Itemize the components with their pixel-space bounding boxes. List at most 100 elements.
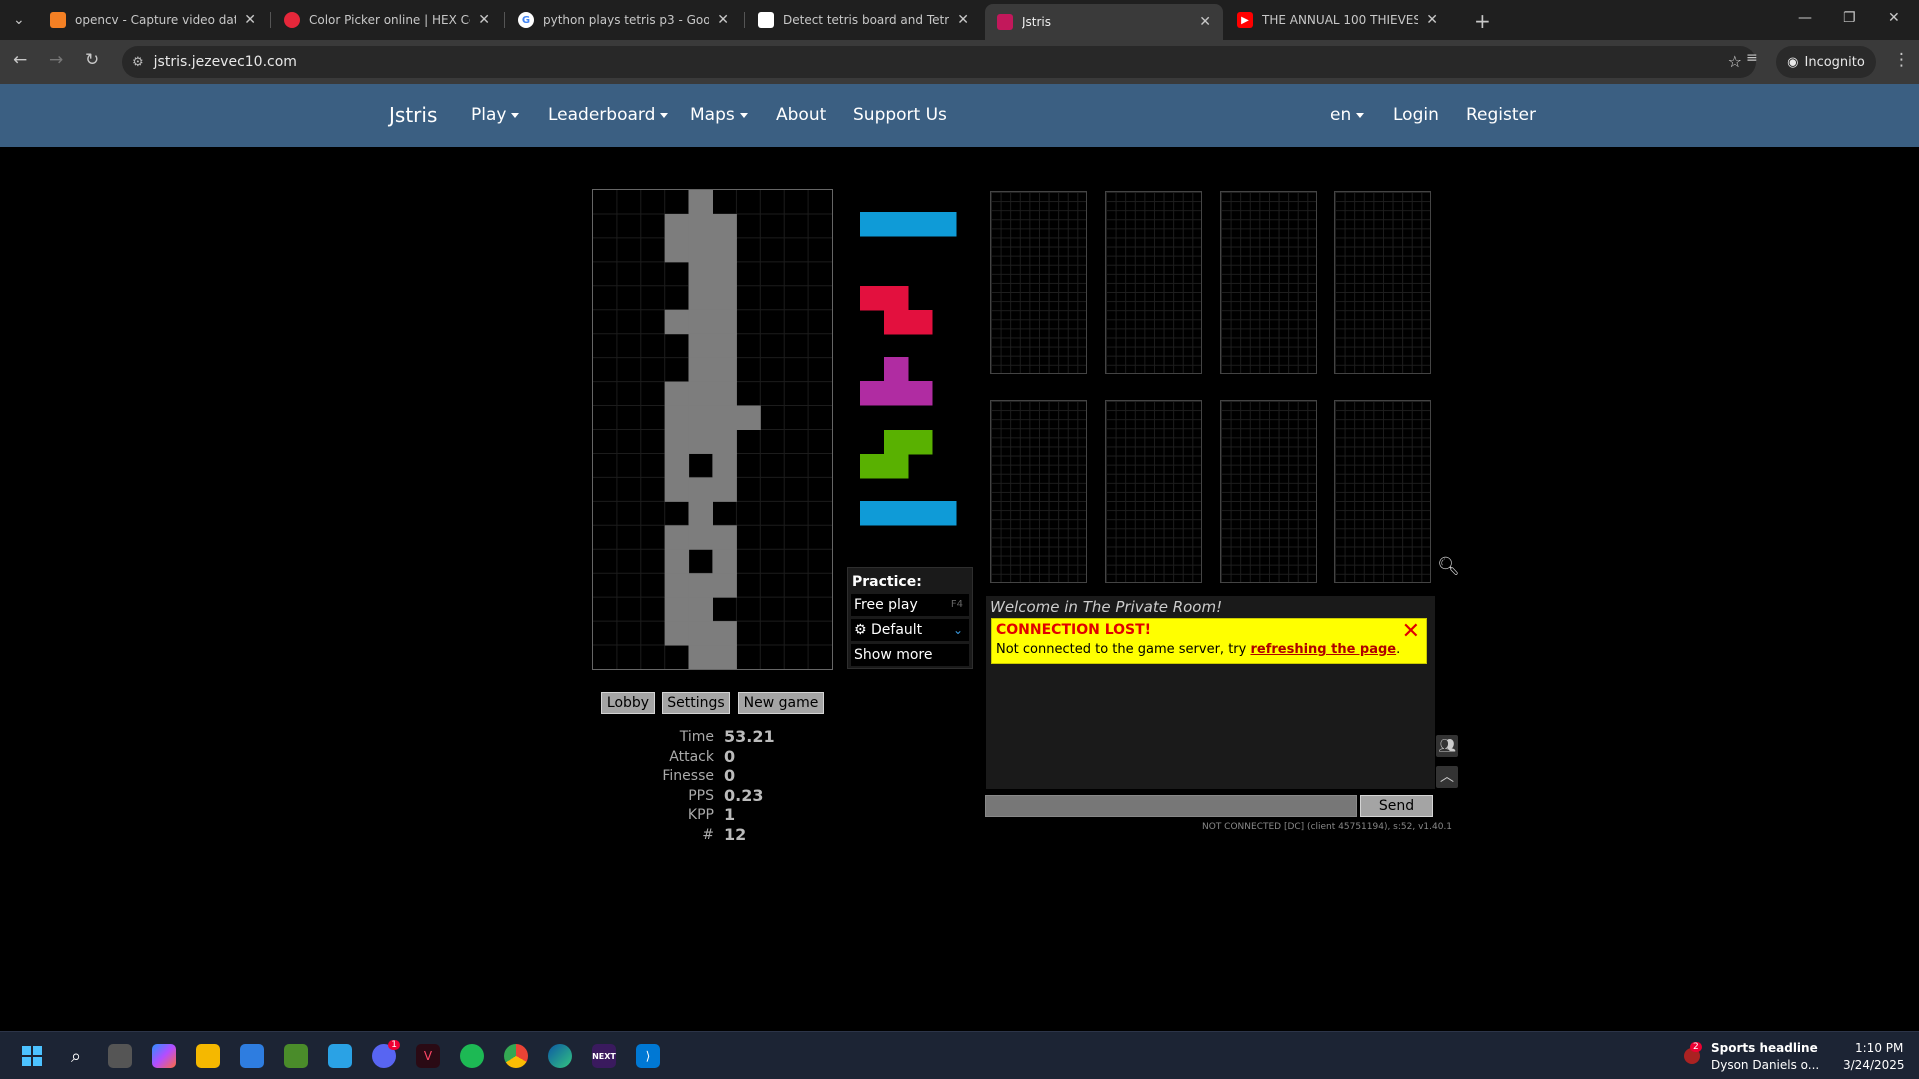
close-icon[interactable]: ✕ xyxy=(1426,12,1438,28)
lobby-button[interactable]: Lobby xyxy=(601,692,655,714)
send-button[interactable]: Send xyxy=(1360,795,1433,817)
chrome-icon[interactable] xyxy=(504,1044,528,1068)
nav-about[interactable]: About xyxy=(776,105,826,125)
login-link[interactable]: Login xyxy=(1393,105,1439,125)
discord-icon[interactable]: 1 xyxy=(372,1040,400,1068)
vscode-icon[interactable]: ⟩ xyxy=(636,1044,660,1068)
restore-icon[interactable]: ❐ xyxy=(1843,10,1856,26)
users-icon[interactable]: 👥︎ xyxy=(1436,735,1458,757)
chat-input[interactable] xyxy=(985,795,1357,817)
tab-4-active[interactable]: Jstris ✕ xyxy=(985,4,1223,40)
close-icon[interactable]: ✕ xyxy=(478,12,490,28)
address-bar[interactable]: ⚙ jstris.jezevec10.com ☆ xyxy=(122,46,1756,78)
tab-2[interactable]: G python plays tetris p3 - Google ✕ xyxy=(506,5,741,35)
zoom-icon[interactable]: 🔍︎ xyxy=(1437,556,1460,577)
browser-menu-icon[interactable]: ⋮ xyxy=(1893,50,1910,70)
media-control-icon[interactable]: ≡ xyxy=(1746,50,1758,66)
forward-icon[interactable]: → xyxy=(49,50,63,70)
tab-divider xyxy=(270,12,271,28)
valorant-icon[interactable]: V xyxy=(416,1044,440,1068)
board-cell xyxy=(712,237,737,263)
stackoverflow-icon xyxy=(50,12,66,28)
show-more-item[interactable]: Show more xyxy=(851,644,969,666)
new-game-button[interactable]: New game xyxy=(738,692,824,714)
board-cell xyxy=(688,645,713,669)
search-icon[interactable]: ⌕ xyxy=(64,1044,88,1068)
stat-attack-label: Attack xyxy=(669,749,714,765)
tab-1[interactable]: Color Picker online | HEX Co ✕ xyxy=(272,5,502,35)
alert-message: Not connected to the game server, try re… xyxy=(996,642,1401,657)
news-icon[interactable]: 2 xyxy=(1684,1042,1702,1064)
board-cell xyxy=(664,237,690,263)
edge-icon[interactable] xyxy=(548,1044,572,1068)
windows-taskbar: ⌕ 1 V NEXT ⟩ 2 Sports headline Dyson Dan… xyxy=(0,1031,1919,1079)
register-link[interactable]: Register xyxy=(1466,105,1536,125)
board-cell xyxy=(736,405,761,430)
close-icon[interactable]: ✕ xyxy=(717,12,729,28)
store-icon[interactable] xyxy=(240,1044,264,1068)
clock-date[interactable]: 3/24/2025 xyxy=(1843,1058,1905,1072)
close-icon[interactable]: ✕ xyxy=(244,12,256,28)
spotify-icon[interactable] xyxy=(460,1044,484,1068)
board-cell xyxy=(712,405,737,430)
nav-leaderboard[interactable]: Leaderboard xyxy=(548,105,669,125)
bookmark-star-icon[interactable]: ☆ xyxy=(1728,52,1742,71)
task-view-icon[interactable] xyxy=(108,1044,132,1068)
nav-maps[interactable]: Maps xyxy=(690,105,748,125)
free-play-item[interactable]: Free play F4 xyxy=(851,594,969,616)
photos-icon[interactable] xyxy=(328,1044,352,1068)
queue-cell xyxy=(884,310,909,335)
tab-3[interactable]: Detect tetris board and Tetromi ✕ xyxy=(746,5,981,35)
queue-cell xyxy=(860,212,885,237)
board-cell xyxy=(712,285,737,311)
opponent-board xyxy=(990,400,1087,583)
reload-icon[interactable]: ↻ xyxy=(85,50,99,70)
file-explorer-icon[interactable] xyxy=(196,1044,220,1068)
site-settings-icon[interactable]: ⚙ xyxy=(132,55,144,70)
next-app-icon[interactable]: NEXT xyxy=(592,1044,616,1068)
brand-logo[interactable]: Jstris xyxy=(389,103,437,127)
screen: { "browser": { "tabs": [ {"label": "open… xyxy=(0,0,1919,1079)
tab-5[interactable]: ▶ THE ANNUAL 100 THIEVES A$$ ✕ xyxy=(1225,5,1450,35)
google-icon: G xyxy=(518,12,534,28)
queue-cell xyxy=(884,454,909,479)
queue-cell xyxy=(932,501,957,526)
preset-select[interactable]: ⚙ Default ⌄ xyxy=(851,619,969,641)
board-cell xyxy=(688,573,713,598)
tab-search-icon[interactable]: ⌄ xyxy=(13,12,25,28)
board-cell xyxy=(664,477,690,502)
close-icon[interactable]: ✕ xyxy=(957,12,969,28)
copilot-icon[interactable] xyxy=(152,1044,176,1068)
incognito-indicator[interactable]: ◉ Incognito xyxy=(1776,46,1876,78)
language-select[interactable]: en xyxy=(1330,105,1365,125)
minecraft-icon[interactable] xyxy=(284,1044,308,1068)
refresh-link[interactable]: refreshing the page xyxy=(1250,642,1396,657)
close-alert-icon[interactable]: ✕ xyxy=(1402,619,1420,644)
board-cell xyxy=(664,525,690,550)
new-tab-icon[interactable]: + xyxy=(1474,9,1491,33)
windows-start-icon[interactable] xyxy=(20,1044,44,1068)
news-subtitle[interactable]: Dyson Daniels o... xyxy=(1711,1058,1819,1072)
clock-time[interactable]: 1:10 PM xyxy=(1855,1041,1903,1055)
tab-divider xyxy=(744,12,745,28)
nav-play[interactable]: Play xyxy=(471,105,520,125)
back-icon[interactable]: ← xyxy=(13,50,27,70)
page-icon xyxy=(758,12,774,28)
close-icon[interactable]: ✕ xyxy=(1199,14,1211,30)
queue-piece-I xyxy=(860,212,957,237)
queue-cell xyxy=(860,286,885,311)
queue-cell xyxy=(908,430,933,455)
chevron-up-icon[interactable]: ︿ xyxy=(1436,766,1458,788)
window-close-icon[interactable]: ✕ xyxy=(1888,10,1900,26)
queue-cell xyxy=(932,212,957,237)
incognito-icon: ◉ xyxy=(1787,54,1799,70)
chat-box: Welcome in The Private Room! CONNECTION … xyxy=(986,596,1435,789)
minimize-icon[interactable]: — xyxy=(1798,10,1812,26)
tab-0[interactable]: opencv - Capture video data fro ✕ xyxy=(38,5,268,35)
news-title[interactable]: Sports headline xyxy=(1711,1041,1818,1055)
game-board[interactable] xyxy=(592,189,833,670)
settings-button[interactable]: Settings xyxy=(662,692,730,714)
stat-attack-value: 0 xyxy=(724,747,736,766)
nav-support[interactable]: Support Us xyxy=(853,105,947,125)
board-cell xyxy=(712,213,737,239)
